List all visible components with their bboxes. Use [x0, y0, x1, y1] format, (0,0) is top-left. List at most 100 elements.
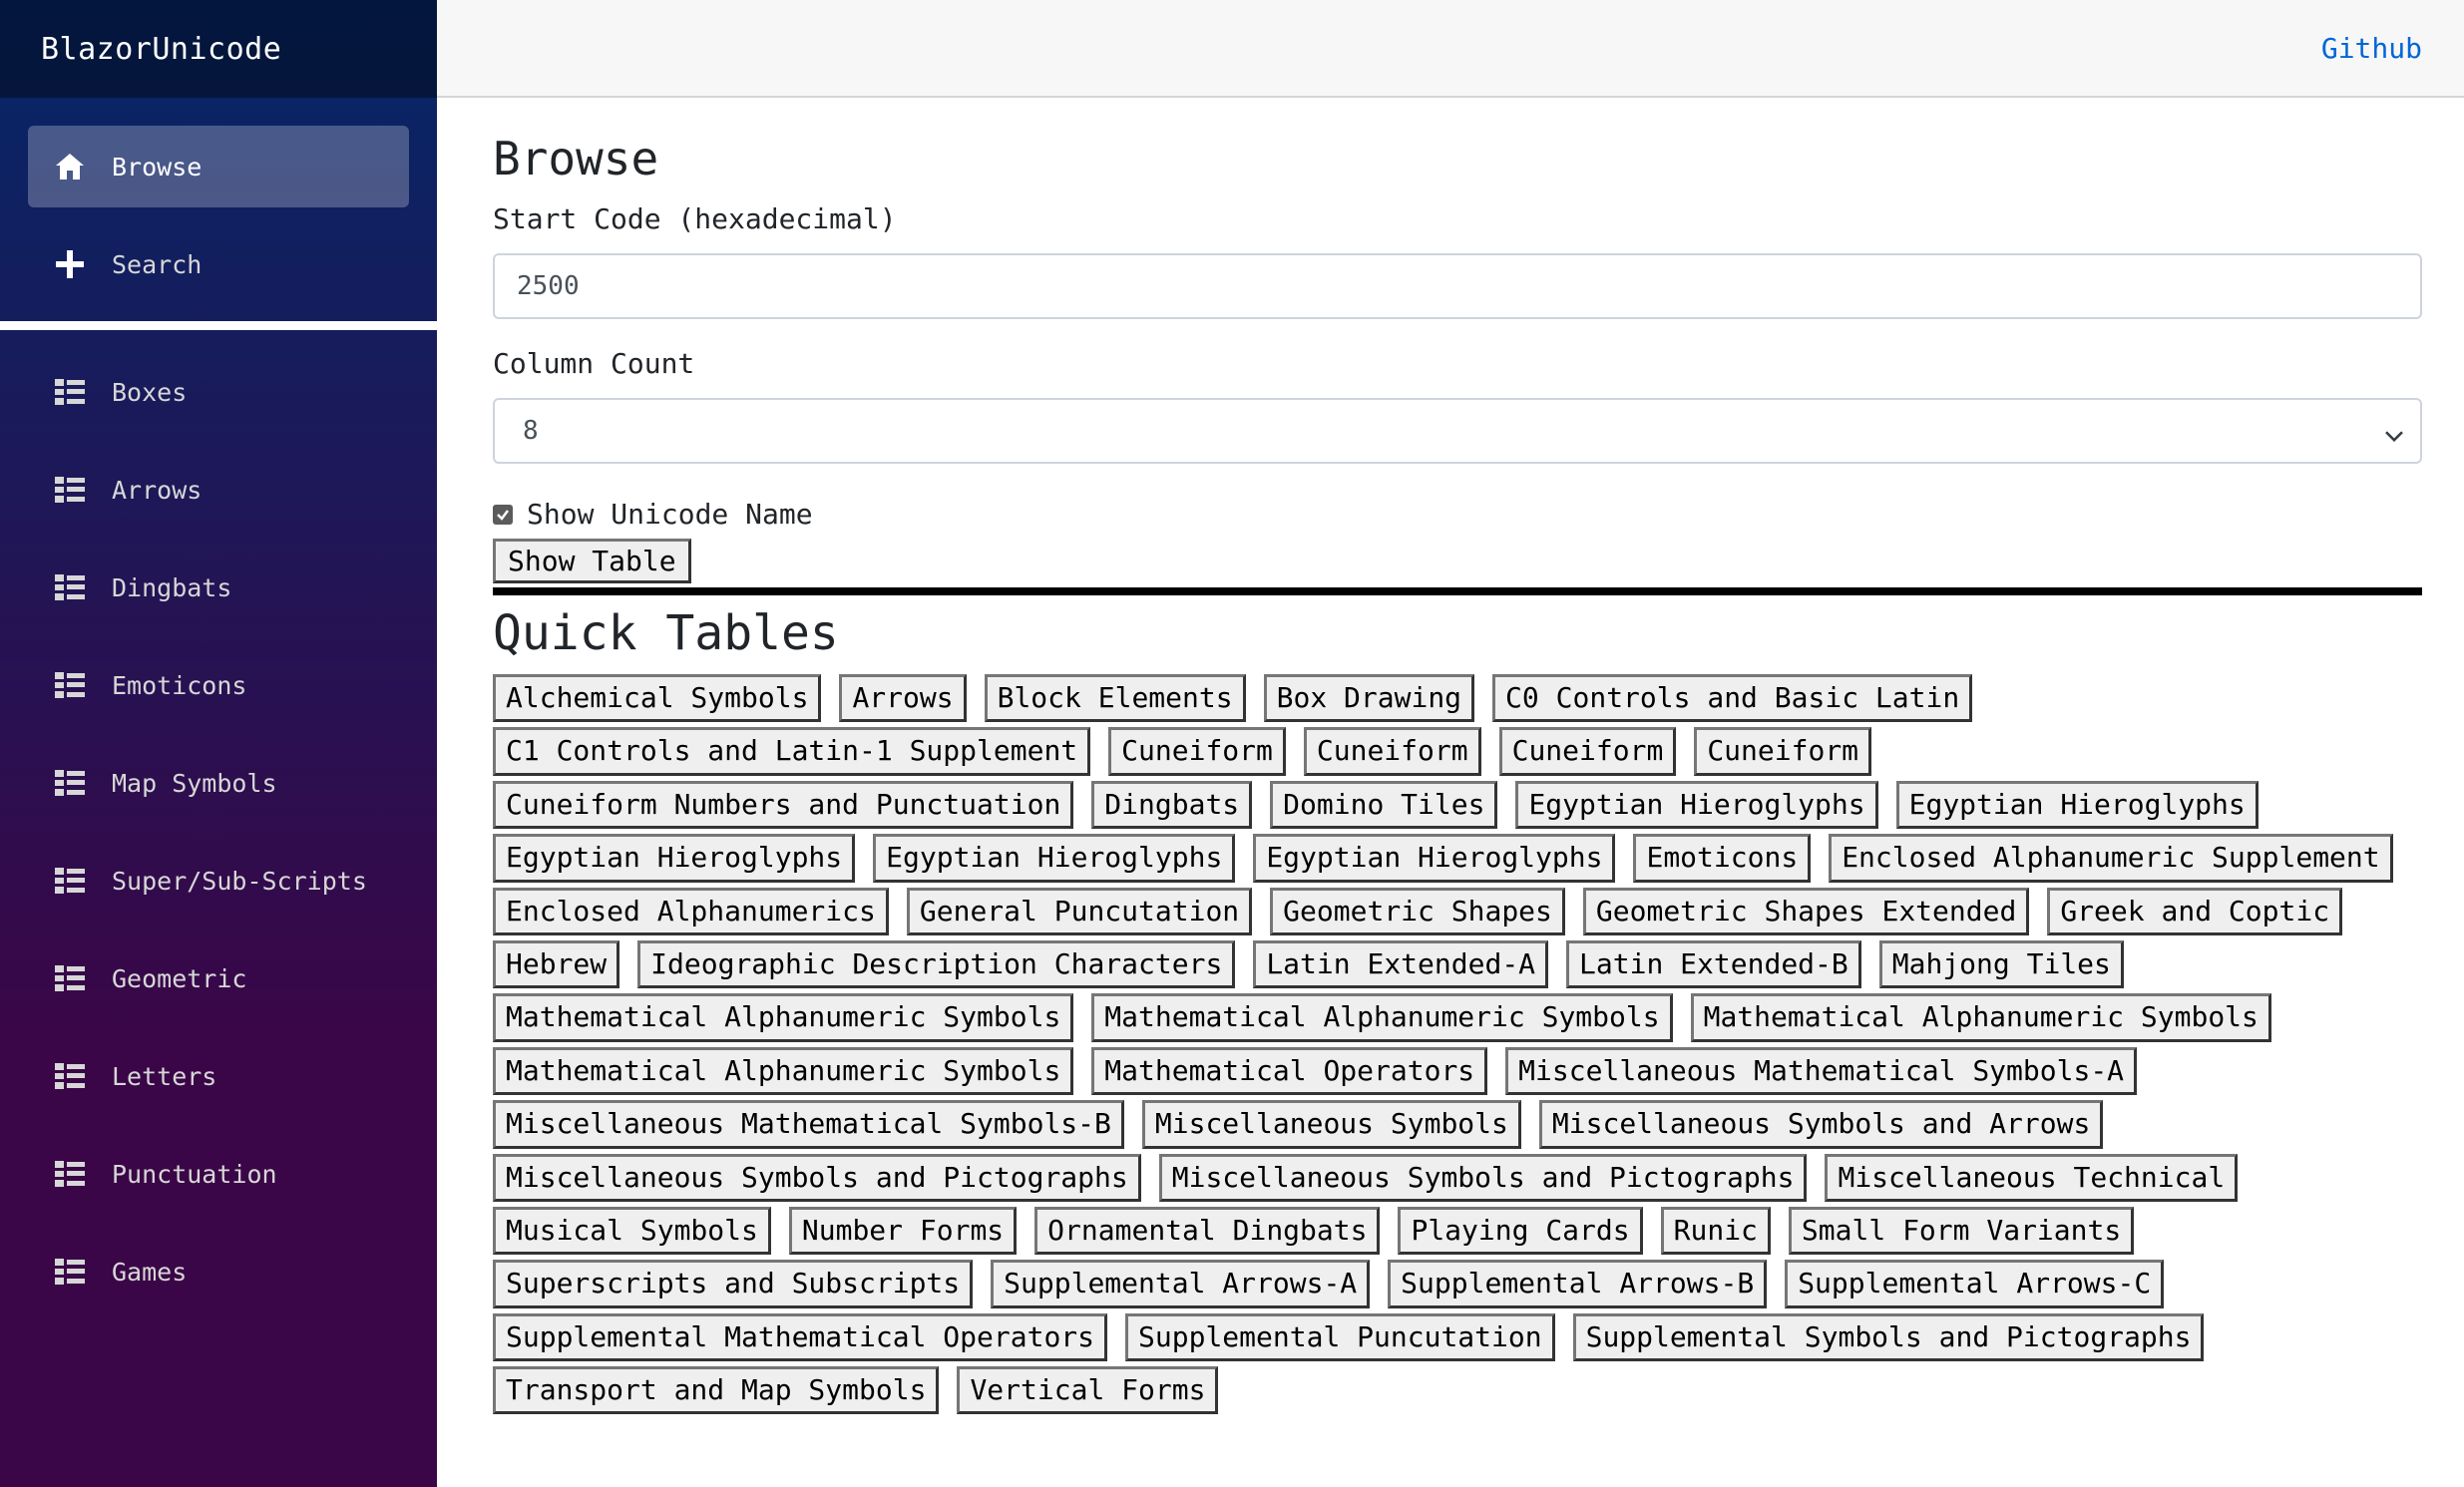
- show-name-checkbox[interactable]: [493, 504, 513, 525]
- quick-table-button[interactable]: Miscellaneous Mathematical Symbols-B: [493, 1100, 1124, 1149]
- quick-table-button[interactable]: Supplemental Arrows-C: [1785, 1260, 2165, 1308]
- quick-table-button[interactable]: Arrows: [839, 673, 967, 723]
- quick-table-button[interactable]: Playing Cards: [1398, 1206, 1643, 1256]
- nav-item-label: Dingbats: [112, 572, 232, 602]
- nav-item-map-symbols[interactable]: Map Symbols: [28, 742, 409, 824]
- quick-table-button[interactable]: Domino Tiles: [1270, 780, 1498, 830]
- quick-table-button[interactable]: Mahjong Tiles: [1878, 939, 2124, 989]
- nav-item-label: Boxes: [112, 377, 188, 407]
- quick-table-button[interactable]: Number Forms: [788, 1206, 1018, 1256]
- checkmark-icon: [497, 509, 509, 521]
- nav-item-arrows[interactable]: Arrows: [28, 449, 409, 531]
- nav-item-label: Emoticons: [112, 670, 247, 700]
- quick-table-button[interactable]: Cuneiform: [1108, 727, 1286, 776]
- quick-table-button[interactable]: Ideographic Description Characters: [637, 939, 1236, 989]
- show-table-button[interactable]: Show Table: [493, 539, 691, 584]
- quick-table-button[interactable]: Supplemental Symbols and Pictographs: [1572, 1312, 2205, 1362]
- nav-item-label: Arrows: [112, 475, 203, 505]
- sidebar-divider: [0, 321, 437, 330]
- column-count-label: Column Count: [493, 347, 695, 381]
- quick-table-button[interactable]: Mathematical Alphanumeric Symbols: [493, 993, 1074, 1042]
- quick-table-button[interactable]: Small Form Variants: [1788, 1206, 2135, 1256]
- list-icon: [55, 475, 85, 505]
- quick-table-button[interactable]: Egyptian Hieroglyphs: [493, 834, 856, 883]
- quick-table-button[interactable]: C0 Controls and Basic Latin: [1492, 673, 1973, 723]
- quick-table-button[interactable]: Mathematical Alphanumeric Symbols: [493, 1046, 1074, 1096]
- github-link[interactable]: Github: [2321, 32, 2422, 65]
- quick-table-button[interactable]: Supplemental Mathematical Operators: [493, 1312, 1108, 1362]
- nav-item-games[interactable]: Games: [28, 1231, 409, 1312]
- quick-table-button[interactable]: Mathematical Operators: [1091, 1046, 1488, 1096]
- quick-table-button[interactable]: Runic: [1660, 1206, 1771, 1256]
- quick-table-button[interactable]: Egyptian Hieroglyphs: [1515, 780, 1878, 830]
- quick-table-button[interactable]: Mathematical Alphanumeric Symbols: [1690, 993, 2271, 1042]
- quick-table-button[interactable]: C1 Controls and Latin-1 Supplement: [493, 727, 1091, 776]
- nav-item-dingbats[interactable]: Dingbats: [28, 547, 409, 628]
- quick-table-button[interactable]: Enclosed Alphanumeric Supplement: [1829, 834, 2393, 883]
- quick-table-button[interactable]: Miscellaneous Technical: [1825, 1153, 2239, 1202]
- show-name-label: Show Unicode Name: [527, 498, 813, 532]
- quick-table-button[interactable]: Miscellaneous Mathematical Symbols-A: [1505, 1046, 2138, 1096]
- list-icon: [55, 1257, 85, 1287]
- nav-item-boxes[interactable]: Boxes: [28, 351, 409, 433]
- quick-table-button[interactable]: General Puncutation: [906, 887, 1253, 935]
- sidebar: BlazorUnicode Browse Search Boxes Arrows D…: [0, 0, 437, 1487]
- quick-table-button[interactable]: Cuneiform: [1303, 727, 1481, 776]
- nav-item-emoticons[interactable]: Emoticons: [28, 644, 409, 726]
- quick-table-button[interactable]: Hebrew: [493, 939, 620, 989]
- column-count-select[interactable]: 8: [493, 398, 2422, 465]
- nav-item-search[interactable]: Search: [28, 223, 409, 305]
- nav-item-geometric[interactable]: Geometric: [28, 937, 409, 1019]
- top-row: Github: [437, 0, 2464, 98]
- quick-table-button[interactable]: Miscellaneous Symbols and Pictographs: [493, 1153, 1141, 1202]
- quick-table-button[interactable]: Supplemental Puncutation: [1125, 1312, 1555, 1362]
- quick-table-button[interactable]: Supplemental Arrows-A: [991, 1260, 1371, 1308]
- quick-table-button[interactable]: Transport and Map Symbols: [493, 1366, 940, 1415]
- column-count-value: 8: [523, 416, 539, 447]
- start-code-label: Start Code (hexadecimal): [493, 202, 897, 236]
- list-icon: [55, 670, 85, 700]
- nav-item-label: Super/Sub-Scripts: [112, 866, 367, 896]
- brand-bar: BlazorUnicode: [0, 0, 437, 98]
- quick-table-button[interactable]: Latin Extended-A: [1253, 939, 1549, 989]
- nav-tables: Boxes Arrows Dingbats Emoticons Map Symbols S…: [0, 351, 437, 1312]
- nav-item-super-sub-scripts[interactable]: Super/Sub-Scripts: [28, 840, 409, 922]
- quick-table-button[interactable]: Mathematical Alphanumeric Symbols: [1091, 993, 1673, 1042]
- quick-table-button[interactable]: Enclosed Alphanumerics: [493, 887, 889, 935]
- quick-table-button[interactable]: Egyptian Hieroglyphs: [873, 834, 1236, 883]
- nav-item-label: Geometric: [112, 963, 247, 993]
- brand-name[interactable]: BlazorUnicode: [41, 32, 281, 67]
- nav-item-browse[interactable]: Browse: [28, 126, 409, 207]
- quick-table-button[interactable]: Musical Symbols: [493, 1206, 771, 1256]
- quick-table-button[interactable]: Dingbats: [1091, 780, 1253, 830]
- start-code-input[interactable]: [493, 253, 2422, 320]
- quick-table-button[interactable]: Emoticons: [1633, 834, 1812, 883]
- quick-table-button[interactable]: Cuneiform Numbers and Punctuation: [493, 780, 1074, 830]
- quick-table-button[interactable]: Greek and Coptic: [2047, 887, 2343, 935]
- quick-table-button[interactable]: Egyptian Hieroglyphs: [1895, 780, 2259, 830]
- quick-table-button[interactable]: Block Elements: [984, 673, 1246, 723]
- quick-table-button[interactable]: Superscripts and Subscripts: [493, 1260, 974, 1308]
- quick-table-button[interactable]: Cuneiform: [1694, 727, 1872, 776]
- main-content: Browse Start Code (hexadecimal) Column C…: [493, 98, 2422, 1415]
- list-icon: [55, 1159, 85, 1189]
- quick-table-button[interactable]: Box Drawing: [1263, 673, 1475, 723]
- quick-table-button[interactable]: Alchemical Symbols: [493, 673, 822, 723]
- quick-table-button[interactable]: Egyptian Hieroglyphs: [1253, 834, 1616, 883]
- quick-table-button[interactable]: Vertical Forms: [957, 1366, 1219, 1415]
- quick-table-button[interactable]: Miscellaneous Symbols and Arrows: [1538, 1100, 2104, 1149]
- quick-table-button[interactable]: Miscellaneous Symbols and Pictographs: [1158, 1153, 1808, 1202]
- quick-table-button[interactable]: Latin Extended-B: [1566, 939, 1861, 989]
- nav-item-label: Letters: [112, 1061, 217, 1091]
- quick-table-button[interactable]: Cuneiform: [1498, 727, 1677, 776]
- nav-item-letters[interactable]: Letters: [28, 1035, 409, 1117]
- plus-icon: [55, 249, 85, 279]
- quick-table-button[interactable]: Supplemental Arrows-B: [1388, 1260, 1768, 1308]
- nav-item-punctuation[interactable]: Punctuation: [28, 1133, 409, 1215]
- horizontal-rule: [493, 587, 2422, 596]
- list-icon: [55, 1061, 85, 1091]
- quick-table-button[interactable]: Miscellaneous Symbols: [1141, 1100, 1521, 1149]
- quick-table-button[interactable]: Ornamental Dingbats: [1034, 1206, 1381, 1256]
- quick-table-button[interactable]: Geometric Shapes: [1270, 887, 1565, 935]
- quick-table-button[interactable]: Geometric Shapes Extended: [1582, 887, 2030, 935]
